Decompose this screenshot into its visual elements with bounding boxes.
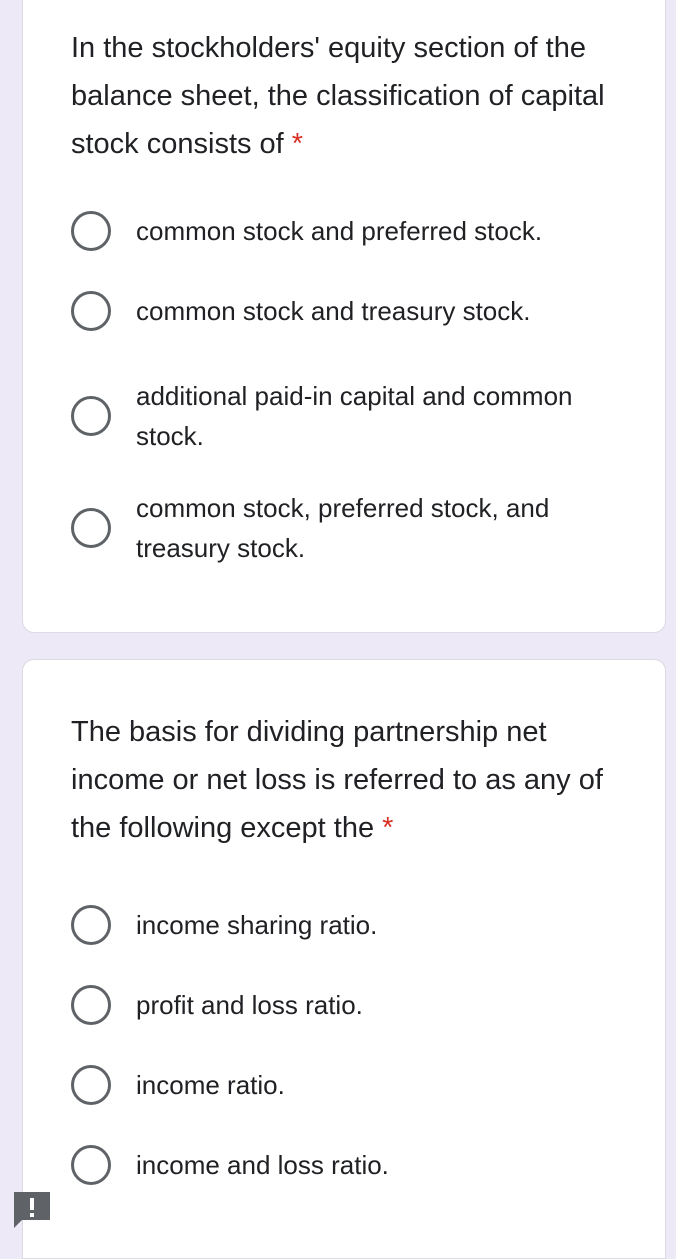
- radio-button[interactable]: [71, 1145, 111, 1185]
- required-asterisk: *: [291, 128, 304, 160]
- option-label: income and loss ratio.: [136, 1150, 389, 1180]
- radio-button[interactable]: [71, 508, 111, 548]
- radio-button[interactable]: [71, 211, 111, 251]
- radio-button[interactable]: [71, 1065, 111, 1105]
- option-label: common stock and preferred stock.: [136, 216, 543, 246]
- radio-button[interactable]: [71, 291, 111, 331]
- radio-option-income-loss[interactable]: income and loss ratio.: [71, 1145, 641, 1185]
- question-title: The basis for dividing partnership net i…: [71, 708, 631, 852]
- radio-option-apic-common[interactable]: additional paid-in capital and common st…: [71, 376, 641, 456]
- question-card-2: The basis for dividing partnership net i…: [22, 659, 666, 1259]
- option-label: income sharing ratio.: [136, 910, 378, 940]
- option-label: profit and loss ratio.: [136, 990, 363, 1020]
- question-text: The basis for dividing partnership net i…: [71, 716, 603, 844]
- radio-option-common-preferred[interactable]: common stock and preferred stock.: [71, 211, 641, 251]
- radio-button[interactable]: [71, 396, 111, 436]
- question-card-1: In the stockholders' equity section of t…: [22, 0, 666, 633]
- option-label: additional paid-in capital and common st…: [136, 381, 573, 451]
- radio-option-profit-loss[interactable]: profit and loss ratio.: [71, 985, 641, 1025]
- option-label: income ratio.: [136, 1070, 285, 1100]
- question-text: In the stockholders' equity section of t…: [71, 32, 605, 160]
- feedback-button[interactable]: [12, 1190, 52, 1230]
- required-asterisk: *: [382, 812, 394, 844]
- radio-button[interactable]: [71, 985, 111, 1025]
- option-label: common stock, preferred stock, and treas…: [136, 493, 550, 563]
- radio-option-common-preferred-treasury[interactable]: common stock, preferred stock, and treas…: [71, 488, 641, 568]
- radio-button[interactable]: [71, 905, 111, 945]
- feedback-icon: [14, 1192, 50, 1228]
- radio-option-common-treasury[interactable]: common stock and treasury stock.: [71, 291, 641, 331]
- radio-option-income-sharing[interactable]: income sharing ratio.: [71, 905, 641, 945]
- question-title: In the stockholders' equity section of t…: [71, 24, 631, 168]
- option-label: common stock and treasury stock.: [136, 296, 531, 326]
- radio-option-income-ratio[interactable]: income ratio.: [71, 1065, 641, 1105]
